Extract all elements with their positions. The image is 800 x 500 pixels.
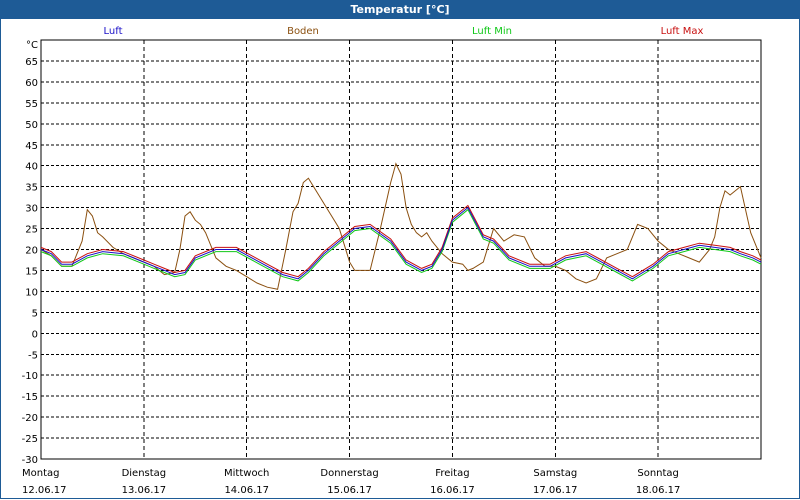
x-weekday-label: Montag: [22, 468, 59, 479]
y-tick-label: 5: [32, 308, 38, 319]
x-date-label: 13.06.17: [122, 485, 167, 496]
y-tick-label: -20: [22, 413, 38, 424]
legend-item-luft-max: Luft Max: [661, 26, 704, 37]
x-weekday-label: Samstag: [533, 468, 577, 479]
y-tick-label: 15: [25, 266, 38, 277]
x-weekday-label: Freitag: [435, 468, 469, 479]
legend-item-luft-min: Luft Min: [472, 26, 512, 37]
legend-item-luft: Luft: [104, 26, 123, 37]
y-tick-label: 55: [25, 99, 38, 110]
x-date-label: 17.06.17: [533, 485, 578, 496]
y-tick-label: 30: [25, 204, 38, 215]
x-weekday-label: Dienstag: [122, 468, 167, 479]
y-tick-label: -30: [22, 455, 38, 466]
y-tick-label: 10: [25, 287, 38, 298]
y-tick-label: -5: [28, 350, 38, 361]
x-date-label: 12.06.17: [22, 485, 67, 496]
y-tick-label: -10: [22, 371, 38, 382]
y-tick-label: 40: [25, 162, 38, 173]
y-tick-label: 65: [25, 57, 38, 68]
x-date-label: 16.06.17: [430, 485, 475, 496]
y-tick-label: 25: [25, 225, 38, 236]
y-tick-label: 60: [25, 78, 38, 89]
y-tick-label: 35: [25, 183, 38, 194]
y-tick-label: 0: [32, 329, 38, 340]
x-date-label: 15.06.17: [327, 485, 372, 496]
temperature-chart: 65605550454035302520151050-5-10-15-20-25…: [22, 26, 762, 496]
y-tick-label: -15: [22, 392, 38, 403]
y-tick-label: 50: [25, 120, 38, 131]
x-weekday-label: Sonntag: [637, 468, 679, 479]
y-axis-label: °C: [26, 40, 38, 51]
legend-item-boden: Boden: [287, 26, 319, 37]
y-tick-label: -25: [22, 434, 38, 445]
x-date-label: 14.06.17: [224, 485, 269, 496]
y-tick-label: 20: [25, 246, 38, 257]
y-tick-label: 45: [25, 141, 38, 152]
x-weekday-label: Donnerstag: [320, 468, 378, 479]
x-weekday-label: Mittwoch: [224, 468, 269, 479]
x-date-label: 18.06.17: [636, 485, 681, 496]
